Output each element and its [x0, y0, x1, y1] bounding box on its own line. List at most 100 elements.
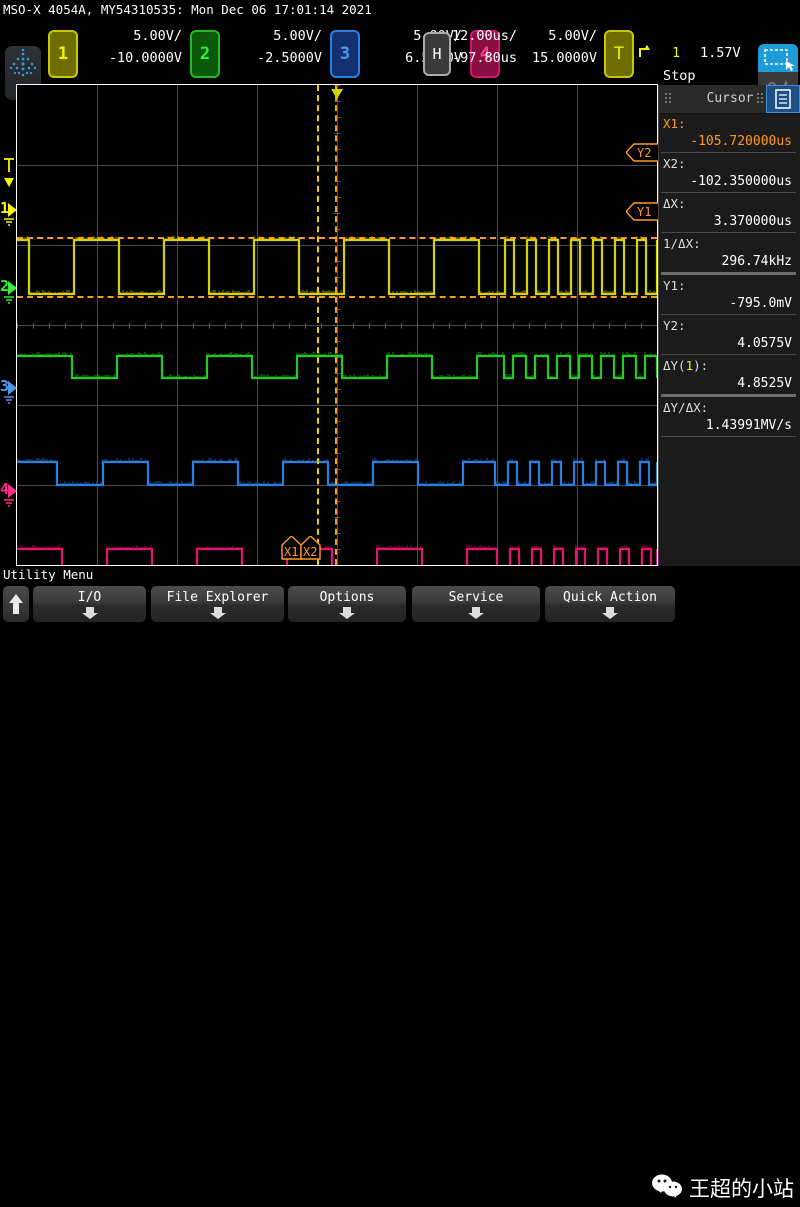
svg-text:X1: X1 — [284, 545, 298, 559]
horizontal-settings[interactable]: 12.00us/ -97.80us — [452, 20, 582, 84]
cursor-row-value: -105.720000us — [690, 134, 792, 149]
softkey-options[interactable]: Options — [288, 586, 406, 622]
y1-cursor-flag[interactable]: Y1 — [625, 202, 661, 225]
wechat-icon — [650, 1172, 684, 1204]
svg-text:3: 3 — [0, 377, 9, 395]
channel-1-scale: 5.00V/ — [133, 28, 182, 44]
title-bar: MSO-X 4054A, MY54310535: Mon Dec 06 17:0… — [0, 0, 800, 20]
softkey-bar: I/O File Explorer Options Service Quick … — [0, 584, 800, 1201]
utility-menu-label: Utility Menu — [0, 566, 800, 584]
cursor-row-key: ΔX: — [663, 196, 686, 211]
x2-cursor-flag[interactable]: X2 — [300, 535, 321, 564]
cursor-row-separator — [661, 192, 796, 193]
chevron-down-icon — [208, 606, 228, 620]
cursor-row-key: X1: — [663, 116, 686, 131]
cursor-row-value: -102.350000us — [690, 174, 792, 189]
x1-cursor-flag[interactable]: X1 — [281, 535, 302, 564]
softkey-service[interactable]: Service — [412, 586, 540, 622]
cursor-measurement-list: X1: -105.720000us X2: -102.350000us ΔX: 3.370… — [659, 114, 800, 437]
horizontal-scale: 12.00us/ — [452, 28, 518, 44]
softkey-file-explorer[interactable]: File Explorer — [151, 586, 284, 622]
cursor-row[interactable]: X2: -102.350000us — [659, 154, 800, 191]
box-zoom-icon[interactable] — [758, 44, 798, 72]
cursor-row-separator — [661, 314, 796, 315]
menu-up-button[interactable] — [3, 586, 29, 622]
x1-cursor-line[interactable] — [317, 85, 319, 565]
chevron-down-icon — [600, 606, 620, 620]
cursor-row[interactable]: ΔY/ΔX: 1.43991MV/s — [659, 398, 800, 435]
waveform-display[interactable] — [17, 85, 657, 565]
cursor-row[interactable]: 1/ΔX: 296.74kHz — [659, 234, 800, 271]
watermark-text: 王超的小站 — [689, 1176, 794, 1201]
cursor-row-value: 4.8525V — [737, 376, 792, 391]
channel-2-offset: -2.5000V — [256, 50, 322, 66]
cursor-panel-header: Cursor — [659, 85, 800, 114]
cursor-row[interactable]: ΔY(1): 4.8525V — [659, 356, 800, 393]
chevron-down-icon — [80, 606, 100, 620]
cursor-row-value: 296.74kHz — [721, 254, 792, 269]
softkey-io-label: I/O — [77, 590, 102, 605]
cursor-row-separator — [661, 394, 796, 397]
cursor-row[interactable]: ΔX: 3.370000us — [659, 194, 800, 231]
x2-cursor-line[interactable] — [335, 85, 337, 565]
softkey-file-explorer-label: File Explorer — [166, 590, 269, 605]
cursor-row-key: Y1: — [663, 278, 686, 293]
channel-2-ground-marker[interactable]: 2 — [0, 277, 17, 313]
channel-1-settings[interactable]: 5.00V/ -10.0000V — [70, 20, 182, 84]
y1-cursor-line[interactable] — [17, 296, 657, 298]
trigger-source[interactable]: 1 — [672, 45, 680, 61]
cursor-panel[interactable]: Cursor X1: -105.720000us X2: -102.350000us Δ… — [658, 85, 800, 566]
settings-bar: 1 5.00V/ -10.0000V 2 5.00V/ -2.5000V 3 5… — [0, 20, 800, 100]
y2-cursor-line[interactable] — [17, 237, 657, 239]
cursor-row-value: 3.370000us — [713, 214, 792, 229]
cursor-row-key: Y2: — [663, 318, 686, 333]
cursor-menu-button[interactable] — [766, 85, 800, 113]
run-status: Stop — [663, 68, 696, 84]
svg-text:2: 2 — [0, 277, 9, 295]
softkey-options-label: Options — [319, 590, 375, 605]
horizontal-delay: -97.80us — [452, 50, 518, 66]
cursor-row-value: -795.0mV — [729, 296, 792, 311]
cursor-row-separator — [661, 152, 796, 153]
horizontal-button[interactable]: H — [423, 32, 451, 76]
cursor-row[interactable]: Y2: 4.0575V — [659, 316, 800, 353]
cursor-row-separator — [661, 354, 796, 355]
cursor-row-key: ΔY/ΔX: — [663, 400, 709, 415]
softkey-io[interactable]: I/O — [33, 586, 146, 622]
graticule-and-waveforms — [17, 85, 657, 565]
watermark: 王超的小站 — [650, 1168, 794, 1207]
cursor-row-value: 1.43991MV/s — [705, 418, 792, 433]
cursor-row[interactable]: Y1: -795.0mV — [659, 276, 800, 313]
channel-2-scale: 5.00V/ — [273, 28, 322, 44]
channel-1-ground-marker[interactable]: 1 — [0, 199, 17, 235]
cursor-row-separator — [661, 272, 796, 275]
softkey-quick-action-label: Quick Action — [563, 590, 657, 605]
svg-text:Y2: Y2 — [637, 146, 651, 160]
svg-text:1: 1 — [0, 199, 9, 217]
svg-text:X2: X2 — [303, 545, 317, 559]
trigger-level-marker[interactable] — [2, 156, 16, 194]
oscilloscope-screen: MSO-X 4054A, MY54310535: Mon Dec 06 17:0… — [0, 0, 800, 1201]
cursor-row[interactable]: X1: -105.720000us — [659, 114, 800, 151]
channel-1-offset: -10.0000V — [108, 50, 182, 66]
softkey-quick-action[interactable]: Quick Action — [545, 586, 675, 622]
channel-4-ground-marker[interactable]: 4 — [0, 480, 17, 516]
trigger-button[interactable]: T — [604, 30, 634, 78]
trigger-position-marker[interactable] — [330, 85, 344, 104]
cursor-row-key: 1/ΔX: — [663, 236, 701, 251]
svg-text:Y1: Y1 — [637, 205, 651, 219]
channel-3-ground-marker[interactable]: 3 — [0, 377, 17, 413]
drag-handle-right-icon[interactable] — [757, 93, 765, 105]
cursor-row-value: 4.0575V — [737, 336, 792, 351]
softkey-service-label: Service — [448, 590, 504, 605]
cursor-row-key: X2: — [663, 156, 686, 171]
cursor-row-key: ΔY(1): — [663, 358, 709, 373]
cursor-row-separator — [661, 232, 796, 233]
rising-edge-icon — [638, 44, 656, 64]
y2-cursor-flag[interactable]: Y2 — [625, 143, 661, 166]
trigger-level[interactable]: 1.57V — [700, 45, 741, 61]
channel-2-settings[interactable]: 5.00V/ -2.5000V — [212, 20, 322, 84]
svg-text:4: 4 — [0, 480, 9, 498]
chevron-down-icon — [466, 606, 486, 620]
chevron-down-icon — [337, 606, 357, 620]
